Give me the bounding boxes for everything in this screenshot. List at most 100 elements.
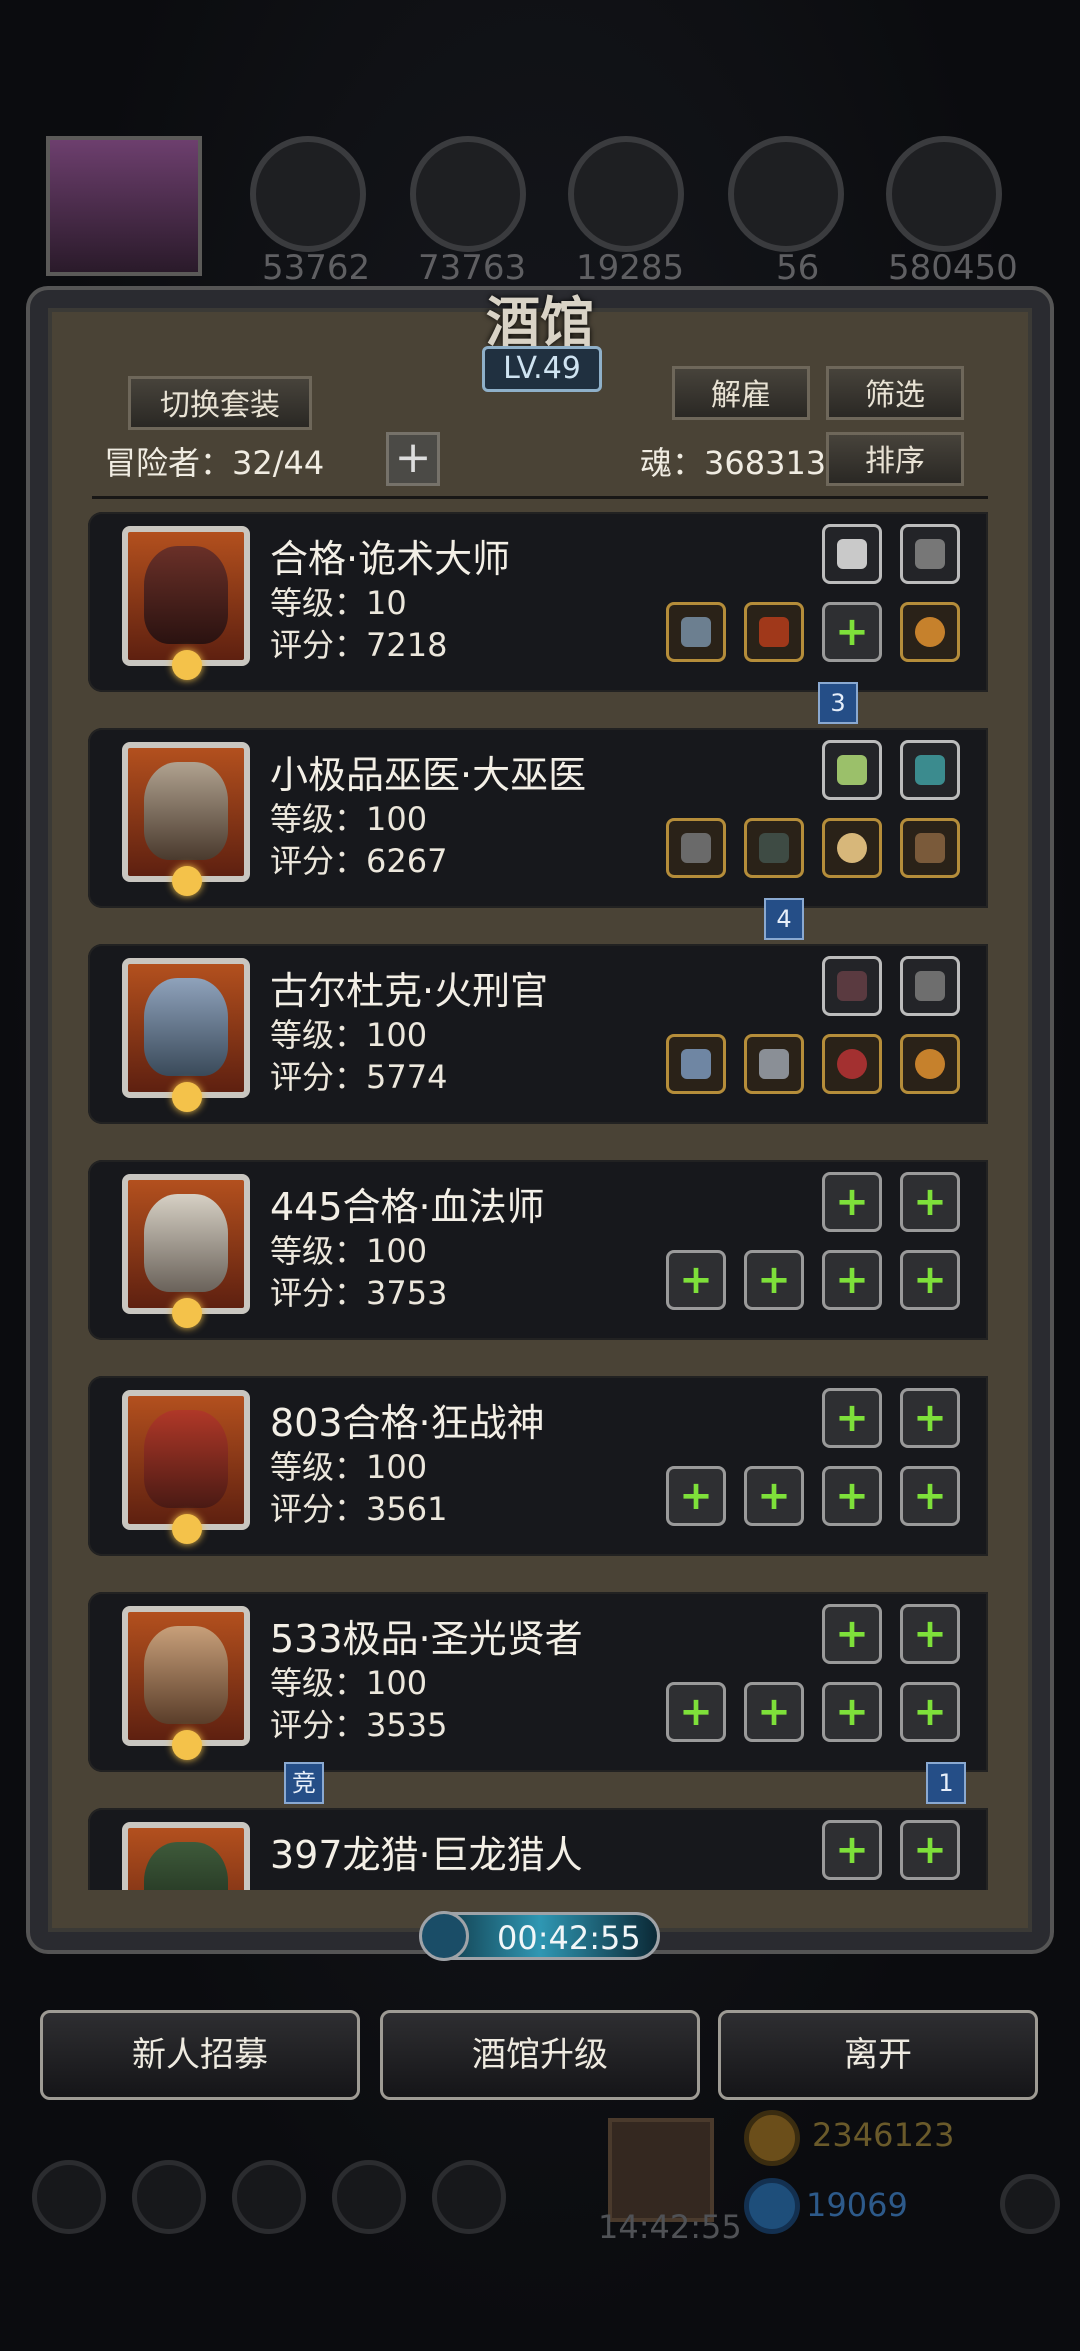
sword-icon[interactable]: [900, 956, 960, 1016]
soul-count: 魂：368313: [640, 444, 827, 482]
adventurer-count: 冒险者：32/44: [104, 444, 325, 482]
hero-level: 等级：100: [270, 1016, 428, 1054]
staff-icon[interactable]: [666, 602, 726, 662]
add-equipment-icon[interactable]: +: [900, 1172, 960, 1232]
add-slot-button[interactable]: +: [386, 432, 440, 486]
recruit-button[interactable]: 新人招募: [40, 2010, 360, 2100]
add-equipment-icon[interactable]: +: [822, 1466, 882, 1526]
hero-icon[interactable]: [232, 2160, 306, 2234]
hero-name: 533极品·圣光贤者: [270, 1617, 583, 1661]
partner-avatar[interactable]: [46, 136, 202, 276]
leave-button[interactable]: 离开: [718, 2010, 1038, 2100]
lantern-icon[interactable]: [822, 740, 882, 800]
add-equipment-icon[interactable]: +: [822, 1820, 882, 1880]
add-equipment-icon[interactable]: +: [822, 1388, 882, 1448]
tavern-level-badge: LV.49: [482, 346, 602, 392]
add-equipment-icon[interactable]: +: [900, 1388, 960, 1448]
hero-level: 等级：100: [270, 1448, 428, 1486]
hero-card[interactable]: 小极品巫医·大巫医 等级：100 评分：6267: [88, 728, 988, 908]
gift-icon[interactable]: [608, 2118, 714, 2222]
hero-name: 古尔杜克·火刑官: [270, 969, 549, 1013]
hero-score: 评分：7218: [270, 626, 448, 664]
add-equipment-icon[interactable]: +: [900, 1250, 960, 1310]
tier-tag: 1: [926, 1762, 966, 1804]
add-equipment-icon[interactable]: +: [900, 1820, 960, 1880]
feather-icon[interactable]: [822, 956, 882, 1016]
staff-icon[interactable]: [666, 818, 726, 878]
hero-name: 397龙猎·巨龙猎人: [270, 1833, 583, 1877]
stone-resource-icon[interactable]: [886, 136, 1002, 252]
add-equipment-icon[interactable]: +: [666, 1682, 726, 1742]
axe-icon[interactable]: [666, 1034, 726, 1094]
iron-resource-icon[interactable]: [568, 136, 684, 252]
clock-icon: [419, 1911, 469, 1961]
add-equipment-icon[interactable]: +: [822, 1172, 882, 1232]
add-equipment-icon[interactable]: +: [900, 1682, 960, 1742]
map-icon[interactable]: [432, 2160, 506, 2234]
bow-icon[interactable]: [900, 818, 960, 878]
armor-icon[interactable]: [744, 818, 804, 878]
add-equipment-icon[interactable]: +: [822, 602, 882, 662]
hero-level: 等级：100: [270, 1664, 428, 1702]
sort-button[interactable]: 排序: [826, 432, 964, 486]
mail-icon[interactable]: [332, 2160, 406, 2234]
hero-level: 等级：10: [270, 584, 407, 622]
hero-card[interactable]: 古尔杜克·火刑官 等级：100 评分：5774: [88, 944, 988, 1124]
switch-outfit-button[interactable]: 切换套装: [128, 376, 312, 430]
hero-portrait: [122, 1390, 250, 1544]
tier-tag: 3: [818, 682, 858, 724]
amulet-icon[interactable]: [822, 818, 882, 878]
guild-icon[interactable]: [132, 2160, 206, 2234]
hero-portrait: [122, 526, 250, 680]
hero-card[interactable]: 合格·诡术大师 等级：10 评分：7218 +: [88, 512, 988, 692]
divider: [92, 496, 988, 499]
hero-score: 评分：3561: [270, 1490, 448, 1528]
add-equipment-icon[interactable]: +: [900, 1466, 960, 1526]
add-equipment-icon[interactable]: +: [822, 1682, 882, 1742]
ring-icon[interactable]: [900, 1034, 960, 1094]
hero-score: 评分：6267: [270, 842, 448, 880]
hero-score: 评分：3535: [270, 1706, 448, 1744]
dismiss-button[interactable]: 解雇: [672, 366, 810, 420]
hero-portrait: [122, 958, 250, 1112]
hero-portrait: [122, 1606, 250, 1760]
hero-portrait: [122, 1174, 250, 1328]
add-equipment-icon[interactable]: +: [822, 1250, 882, 1310]
hero-card[interactable]: 803合格·狂战神 等级：100 评分：3561 + + + + + +: [88, 1376, 988, 1556]
bottom-clock: 14:42:55: [598, 2208, 742, 2246]
hero-portrait: [122, 742, 250, 896]
gem-icon: [744, 2178, 800, 2234]
hero-card[interactable]: 533极品·圣光贤者 等级：100 评分：3535 + + + + + +: [88, 1592, 988, 1772]
food-resource-icon[interactable]: [250, 136, 366, 252]
skull-icon[interactable]: [822, 1034, 882, 1094]
tier-tag: 4: [764, 898, 804, 940]
add-equipment-icon[interactable]: +: [666, 1250, 726, 1310]
settings-icon[interactable]: [32, 2160, 106, 2234]
add-equipment-icon[interactable]: +: [744, 1682, 804, 1742]
add-equipment-icon[interactable]: +: [744, 1250, 804, 1310]
add-equipment-icon[interactable]: +: [666, 1466, 726, 1526]
beast-icon[interactable]: [744, 1034, 804, 1094]
hero-card[interactable]: 445合格·血法师 等级：100 评分：3753 + + + + + +: [88, 1160, 988, 1340]
wood-resource-icon[interactable]: [410, 136, 526, 252]
hero-name: 445合格·血法师: [270, 1185, 545, 1229]
upgrade-tavern-button[interactable]: 酒馆升级: [380, 2010, 700, 2100]
hero-name: 803合格·狂战神: [270, 1401, 545, 1445]
ring-icon[interactable]: [900, 602, 960, 662]
filter-button[interactable]: 筛选: [826, 366, 964, 420]
add-currency-button[interactable]: [1000, 2174, 1060, 2234]
add-equipment-icon[interactable]: +: [822, 1604, 882, 1664]
stone-icon[interactable]: [822, 524, 882, 584]
refresh-timer: 00:42:55: [419, 1911, 660, 1961]
add-equipment-icon[interactable]: +: [900, 1604, 960, 1664]
stone-icon[interactable]: [900, 524, 960, 584]
hero-portrait: [122, 1822, 250, 1890]
stone-icon[interactable]: [900, 740, 960, 800]
add-equipment-icon[interactable]: +: [744, 1466, 804, 1526]
hero-card[interactable]: 397龙猎·巨龙猎人 + +: [88, 1808, 988, 1890]
demon-icon[interactable]: [744, 602, 804, 662]
hero-name: 小极品巫医·大巫医: [270, 753, 587, 797]
crystal-resource-icon[interactable]: [728, 136, 844, 252]
hero-list[interactable]: 合格·诡术大师 等级：10 评分：7218 + 3 小极品巫医·大巫医 等级：1…: [88, 500, 988, 1890]
hero-score: 评分：5774: [270, 1058, 448, 1096]
